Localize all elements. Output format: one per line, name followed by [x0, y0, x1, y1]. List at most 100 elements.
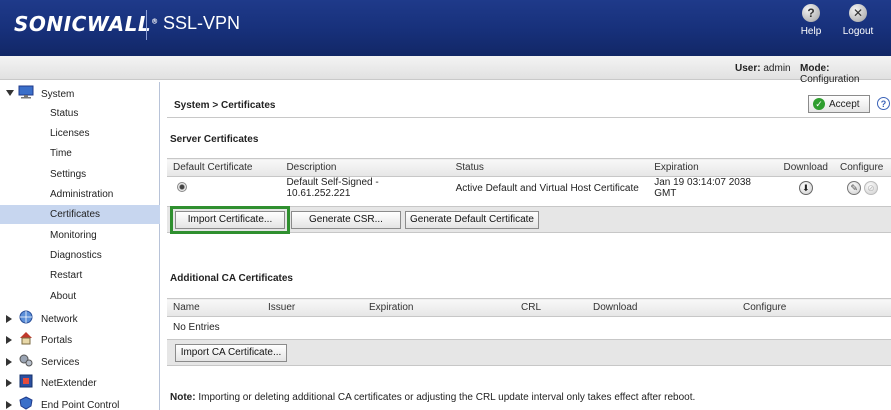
- reboot-note: Note: Importing or deleting additional C…: [170, 392, 695, 403]
- empty-state: No Entries: [173, 321, 220, 333]
- accept-label: Accept: [829, 99, 860, 110]
- delete-icon: ⊘: [863, 181, 878, 195]
- column-header: Expiration: [363, 298, 515, 317]
- sidebar-item-label: Licenses: [50, 128, 90, 139]
- generate-default-certificate-button[interactable]: Generate Default Certificate: [405, 211, 539, 229]
- monitor-icon: [18, 85, 34, 99]
- column-header: Download: [777, 158, 834, 177]
- sonicwall-logo: SONICWALL®: [14, 12, 159, 36]
- globe-icon: [19, 310, 33, 324]
- server-certificates-title: Server Certificates: [170, 134, 259, 145]
- server-certificates-table: Default Certificate Description Status E…: [167, 158, 891, 199]
- download-cell: ⬇: [778, 177, 834, 200]
- help-label: Help: [800, 26, 822, 37]
- sidebar-item-monitoring[interactable]: Monitoring: [0, 226, 160, 245]
- sidebar-item-time[interactable]: Time: [0, 144, 160, 163]
- nav-group-portals[interactable]: Portals: [0, 330, 160, 350]
- column-header: Expiration: [648, 158, 778, 177]
- nav-group-label: End Point Control: [41, 400, 120, 410]
- sidebar-item-certificates[interactable]: Certificates: [0, 205, 160, 224]
- main-content: System > Certificates ✓ Accept ? Server …: [163, 82, 891, 410]
- table-header-row: Name Issuer Expiration CRL Download Conf…: [167, 298, 891, 317]
- chevron-right-icon[interactable]: [6, 358, 12, 366]
- sidebar-item-label: Status: [50, 108, 79, 119]
- logout-button[interactable]: ✕ Logout: [838, 4, 878, 37]
- column-header: Description: [280, 158, 450, 177]
- column-header: CRL: [515, 298, 587, 317]
- help-icon[interactable]: ?: [877, 97, 890, 110]
- user-value: admin: [763, 63, 791, 74]
- gears-icon: [19, 354, 33, 367]
- help-icon: ?: [802, 4, 820, 22]
- user-info: User: admin: [735, 63, 791, 74]
- user-bar: User: admin Mode: Configuration: [0, 56, 891, 85]
- chevron-right-icon[interactable]: [6, 315, 12, 323]
- mode-label: Mode:: [800, 63, 830, 74]
- server-certificates-actions: Import Certificate... Generate CSR... Ge…: [167, 206, 891, 234]
- default-certificate-radio[interactable]: [177, 181, 187, 192]
- table-row: Default Self-Signed - 10.61.252.221 Acti…: [167, 177, 891, 200]
- sidebar-item-label: Certificates: [50, 209, 101, 220]
- nav-group-label: Portals: [41, 335, 73, 346]
- sidebar-item-restart[interactable]: Restart: [0, 266, 160, 285]
- sidebar-item-administration[interactable]: Administration: [0, 185, 160, 204]
- close-icon: ✕: [849, 4, 867, 22]
- chevron-right-icon[interactable]: [6, 336, 12, 344]
- sidebar-item-diagnostics[interactable]: Diagnostics: [0, 246, 160, 265]
- sidebar-item-status[interactable]: Status: [0, 104, 160, 123]
- sidebar-item-label: Diagnostics: [50, 250, 102, 261]
- edit-icon[interactable]: ✎: [847, 181, 862, 195]
- nav-group-system[interactable]: System: [0, 84, 160, 104]
- sidebar-item-label: Monitoring: [50, 230, 97, 241]
- nav-group-label: Services: [41, 357, 80, 368]
- product-name: SSL-VPN: [163, 13, 241, 33]
- import-ca-certificate-button[interactable]: Import CA Certificate...: [175, 344, 287, 362]
- chevron-right-icon[interactable]: [6, 401, 12, 409]
- accept-button[interactable]: ✓ Accept: [808, 95, 870, 113]
- sidebar-item-label: Settings: [50, 169, 87, 180]
- sidebar-item-label: Time: [50, 148, 72, 159]
- ca-certificates-actions: Import CA Certificate...: [167, 339, 891, 366]
- column-header: Configure: [833, 158, 891, 177]
- nav-group-services[interactable]: Services: [0, 352, 160, 372]
- sidebar: System Status Licenses Time Settings Adm…: [0, 82, 160, 410]
- sidebar-item-about[interactable]: About: [0, 287, 160, 306]
- column-header: Download: [587, 298, 737, 317]
- table-row: No Entries: [167, 317, 891, 338]
- column-header: Default Certificate: [167, 158, 281, 177]
- expiration-cell: Jan 19 03:14:07 2038 GMT: [654, 177, 751, 199]
- ca-certificates-title: Additional CA Certificates: [170, 273, 293, 284]
- chevron-right-icon[interactable]: [6, 379, 12, 387]
- nav-group-end-point-control[interactable]: End Point Control: [0, 395, 160, 410]
- page-header: System > Certificates ✓ Accept ?: [167, 90, 891, 118]
- nav-group-network[interactable]: Network: [0, 309, 160, 329]
- column-header: Configure: [737, 298, 891, 317]
- description-cell: Default Self-Signed - 10.61.252.221: [286, 177, 379, 199]
- column-header: Issuer: [262, 298, 363, 317]
- sidebar-item-settings[interactable]: Settings: [0, 165, 160, 184]
- page-title: System > Certificates: [174, 100, 276, 111]
- nav-group-label: NetExtender: [41, 378, 97, 389]
- user-label: User:: [735, 63, 761, 74]
- import-certificate-button[interactable]: Import Certificate...: [170, 206, 290, 234]
- download-icon[interactable]: ⬇: [798, 181, 813, 195]
- logout-label: Logout: [842, 26, 874, 37]
- netextender-icon: [19, 374, 33, 388]
- column-header: Status: [449, 158, 649, 177]
- endpoint-icon: [19, 396, 33, 410]
- table-header-row: Default Certificate Description Status E…: [167, 158, 891, 177]
- header-divider: [146, 10, 147, 40]
- chevron-down-icon[interactable]: [6, 90, 14, 96]
- sidebar-item-label: Restart: [50, 270, 83, 281]
- nav-group-label: System: [41, 89, 75, 100]
- help-button[interactable]: ? Help: [791, 4, 831, 37]
- configure-cell: ✎ ⊘: [834, 177, 891, 200]
- generate-csr-button[interactable]: Generate CSR...: [291, 211, 401, 229]
- sidebar-item-label: Administration: [50, 189, 114, 200]
- column-header: Name: [167, 298, 262, 317]
- house-icon: [20, 332, 32, 345]
- sidebar-item-licenses[interactable]: Licenses: [0, 124, 160, 143]
- sidebar-item-label: About: [50, 291, 77, 302]
- registered-mark: ®: [151, 17, 159, 26]
- nav-group-netextender[interactable]: NetExtender: [0, 373, 160, 393]
